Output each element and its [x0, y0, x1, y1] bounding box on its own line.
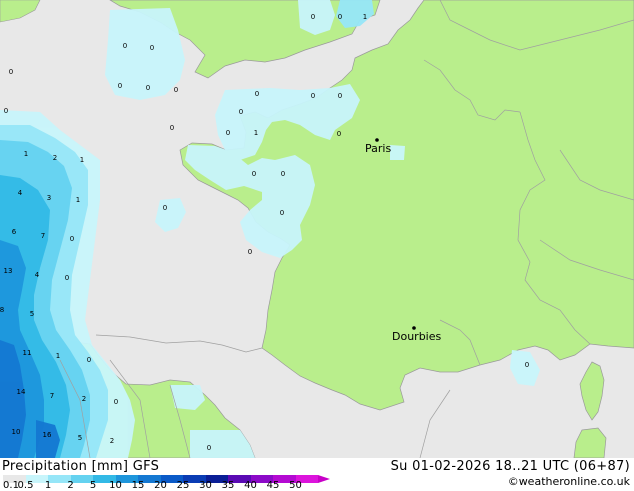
precip-value: 0	[123, 42, 127, 50]
precip-value: 0	[150, 44, 154, 52]
precip-value: 4	[18, 189, 23, 197]
precipitation-map: Paris Dourbies 0010000000000000101210043…	[0, 0, 634, 458]
precip-value: 0	[118, 82, 122, 90]
precip-value: 7	[50, 392, 54, 400]
precip-value: 1	[363, 13, 367, 21]
precip-value: 6	[12, 228, 17, 236]
city-label-dourbies: Dourbies	[392, 330, 442, 343]
precip-value: 0	[525, 361, 529, 369]
precip-value: 1	[24, 150, 28, 158]
city-label-paris: Paris	[365, 142, 391, 155]
precip-value: 1	[56, 352, 60, 360]
precip-value: 0	[280, 209, 284, 217]
precip-value: 2	[110, 437, 114, 445]
precip-value: 0	[252, 170, 256, 178]
map-title: Precipitation [mm] GFS	[2, 459, 160, 474]
precip-value: 0	[281, 170, 285, 178]
precip-value: 0	[337, 130, 341, 138]
precip-value: 4	[35, 271, 40, 279]
precip-value: 1	[254, 129, 258, 137]
precip-value: 0	[146, 84, 150, 92]
legend-arrow	[318, 475, 330, 483]
precip-value: 0	[70, 235, 74, 243]
precip-value: 1	[76, 196, 80, 204]
precip-value: 0	[311, 13, 315, 21]
precip-value: 0	[207, 444, 211, 452]
precip-value: 13	[4, 267, 13, 275]
precip-value: 2	[82, 395, 86, 403]
precip-value: 0	[170, 124, 174, 132]
precip-value: 0	[4, 107, 8, 115]
precip-value: 0	[239, 108, 243, 116]
credit: ©weatheronline.co.uk	[507, 475, 630, 488]
precip-value: 0	[338, 13, 342, 21]
precip-value: 5	[78, 434, 82, 442]
precip-value: 0	[9, 68, 13, 76]
precip-value: 14	[17, 388, 26, 396]
precip-value: 7	[41, 232, 45, 240]
precip-value: 0	[114, 398, 118, 406]
precip-value: 8	[0, 306, 4, 314]
precip-value: 0	[338, 92, 342, 100]
precip-value: 0	[248, 248, 252, 256]
precip-value: 0	[163, 204, 167, 212]
footer: Precipitation [mm] GFS Su 01-02-2026 18.…	[0, 458, 634, 491]
precip-value: 2	[53, 154, 57, 162]
precip-value: 1	[80, 156, 84, 164]
precip-value: 11	[23, 349, 32, 357]
precip-value: 0	[311, 92, 315, 100]
precip-value: 0	[174, 86, 178, 94]
precip-value: 16	[43, 431, 52, 439]
precip-value: 0	[226, 129, 230, 137]
valid-time: Su 01-02-2026 18..21 UTC (06+87)	[390, 459, 630, 474]
precip-value: 3	[47, 194, 51, 202]
precip-value: 0	[87, 356, 91, 364]
precip-value: 0	[65, 274, 69, 282]
precip-value: 0	[255, 90, 259, 98]
precip-value: 10	[12, 428, 21, 436]
precip-value: 5	[30, 310, 34, 318]
